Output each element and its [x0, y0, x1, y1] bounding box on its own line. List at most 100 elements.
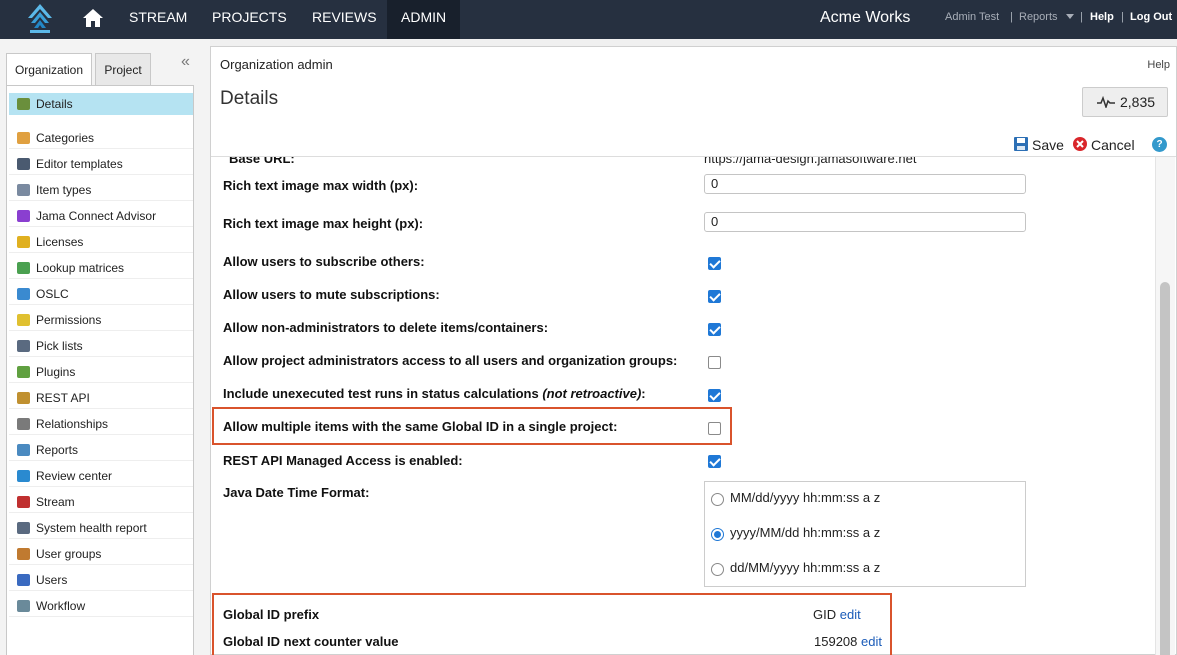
date-format-radio[interactable]	[711, 493, 724, 506]
organization-name: Acme Works	[820, 9, 911, 26]
page-title: Details	[220, 88, 279, 109]
unexecuted-runs-checkbox[interactable]	[708, 389, 721, 402]
tag-icon	[17, 132, 30, 144]
floppy-disk-icon	[1014, 137, 1028, 151]
sidebar-item-label: Relationships	[36, 417, 109, 431]
sidebar-item-permissions[interactable]: Permissions	[9, 309, 193, 331]
rest-managed-checkbox[interactable]	[708, 455, 721, 468]
project-admin-access-label: Allow project administrators access to a…	[223, 353, 678, 368]
user-menu[interactable]: Admin Test	[945, 0, 999, 35]
nonadmin-delete-checkbox[interactable]	[708, 323, 721, 336]
action-bar: Save Cancel ?	[211, 135, 1176, 157]
template-icon	[17, 158, 30, 170]
sidebar-item-licenses[interactable]: Licenses	[9, 231, 193, 253]
main-panel: Organization admin Help Details 2,835 Sa…	[210, 46, 1177, 655]
chevron-down-icon[interactable]	[1066, 14, 1074, 20]
edit-counter-link[interactable]: edit	[861, 634, 882, 649]
list-icon	[17, 340, 30, 352]
date-format-radio[interactable]	[711, 563, 724, 576]
scrollbar-thumb[interactable]	[1160, 282, 1170, 655]
tab-organization[interactable]: Organization	[6, 53, 92, 86]
nonadmin-delete-label: Allow non-administrators to delete items…	[223, 320, 549, 335]
date-format-radio[interactable]	[711, 528, 724, 541]
img-max-height-label: Rich text image max height (px):	[223, 216, 424, 231]
sidebar-item-rest-api[interactable]: REST API	[9, 387, 193, 409]
img-max-width-input[interactable]: 0	[704, 174, 1026, 194]
sidebar-item-label: Users	[36, 573, 68, 587]
sidebar-item-stream[interactable]: Stream	[9, 491, 193, 513]
sidebar-item-editor-templates[interactable]: Editor templates	[9, 153, 193, 175]
img-max-height-input[interactable]: 0	[704, 212, 1026, 232]
logout-link[interactable]: Log Out	[1130, 0, 1172, 35]
speech-icon	[17, 496, 30, 508]
sidebar-item-relationships[interactable]: Relationships	[9, 413, 193, 435]
item-types-icon	[17, 184, 30, 196]
sidebar-item-label: Jama Connect Advisor	[36, 209, 157, 223]
date-format-option[interactable]: yyyy/MM/dd hh:mm:ss a z	[730, 525, 880, 540]
sidebar-item-lookup-matrices[interactable]: Lookup matrices	[9, 257, 193, 279]
sidebar-item-label: Permissions	[36, 313, 102, 327]
sidebar-item-workflow[interactable]: Workflow	[9, 595, 193, 617]
help-link[interactable]: Help	[1147, 59, 1170, 71]
users-icon	[17, 548, 30, 560]
sidebar-item-label: Pick lists	[36, 339, 83, 353]
project-admin-access-checkbox[interactable]	[708, 356, 721, 369]
sidebar-item-label: OSLC	[36, 287, 69, 301]
cancel-label: Cancel	[1091, 137, 1135, 153]
multi-global-id-label: Allow multiple items with the same Globa…	[223, 419, 618, 434]
breadcrumb[interactable]: Organization admin	[220, 57, 333, 72]
sidebar-item-system-health-report[interactable]: System health report	[9, 517, 193, 539]
nav-admin[interactable]: ADMIN	[387, 0, 461, 39]
sidebar-list: Details Categories Editor templates Item ty…	[6, 85, 194, 655]
chart-icon	[17, 444, 30, 456]
health-icon	[17, 522, 30, 534]
pane-divider[interactable]	[201, 39, 210, 655]
sidebar-item-oslc[interactable]: OSLC	[9, 283, 193, 305]
reports-menu[interactable]: Reports	[1019, 0, 1058, 35]
nav-projects[interactable]: PROJECTS	[198, 0, 301, 39]
separator: |	[1080, 11, 1083, 23]
home-icon[interactable]	[82, 8, 104, 28]
edit-prefix-link[interactable]: edit	[840, 607, 861, 622]
sidebar-item-user-groups[interactable]: User groups	[9, 543, 193, 565]
sidebar-item-details[interactable]: Details	[9, 93, 193, 115]
sidebar-item-users[interactable]: Users	[9, 569, 193, 591]
tab-project[interactable]: Project	[95, 53, 151, 85]
sidebar-item-label: User groups	[36, 547, 102, 561]
base-url-value: https://jama-design.jamasoftware.net	[704, 157, 917, 166]
unexecuted-runs-text: Include unexecuted test runs in status c…	[223, 386, 539, 401]
sidebar-item-jama-connect-advisor[interactable]: Jama Connect Advisor	[9, 205, 193, 227]
sidebar-item-plugins[interactable]: Plugins	[9, 361, 193, 383]
sidebar-item-categories[interactable]: Categories	[9, 127, 193, 149]
activity-count-button[interactable]: 2,835	[1082, 87, 1168, 117]
sidebar-item-item-types[interactable]: Item types	[9, 179, 193, 201]
separator: |	[1121, 11, 1124, 23]
activity-count: 2,835	[1120, 94, 1156, 110]
mute-subscriptions-checkbox[interactable]	[708, 290, 721, 303]
help-question-icon[interactable]: ?	[1152, 137, 1167, 152]
date-format-option[interactable]: MM/dd/yyyy hh:mm:ss a z	[730, 490, 880, 505]
multi-global-id-checkbox[interactable]	[708, 422, 721, 435]
subscribe-others-checkbox[interactable]	[708, 257, 721, 270]
sidebar-item-pick-lists[interactable]: Pick lists	[9, 335, 193, 357]
date-format-label: Java Date Time Format:	[223, 485, 370, 500]
form-scrollbar[interactable]	[1155, 157, 1175, 655]
nav-reviews[interactable]: REVIEWS	[298, 0, 391, 39]
collapse-sidebar-icon[interactable]: «	[181, 53, 190, 71]
sidebar-item-label: Plugins	[36, 365, 76, 379]
rest-managed-label: REST API Managed Access is enabled:	[223, 453, 463, 468]
nav-stream[interactable]: STREAM	[115, 0, 201, 39]
help-link-top[interactable]: Help	[1090, 0, 1114, 35]
sidebar-item-review-center[interactable]: Review center	[9, 465, 193, 487]
jama-logo-icon[interactable]	[22, 2, 58, 36]
sidebar-item-label: Details	[36, 97, 73, 111]
link-icon	[17, 418, 30, 430]
details-form: Base URL: https://jama-design.jamasoftwa…	[212, 157, 1155, 655]
sidebar-item-label: Review center	[36, 469, 113, 483]
api-icon	[17, 392, 30, 404]
advisor-icon	[17, 210, 30, 222]
date-format-option[interactable]: dd/MM/yyyy hh:mm:ss a z	[730, 560, 880, 575]
details-icon	[17, 98, 30, 110]
sidebar-item-reports[interactable]: Reports	[9, 439, 193, 461]
sidebar-item-label: Reports	[36, 443, 79, 457]
